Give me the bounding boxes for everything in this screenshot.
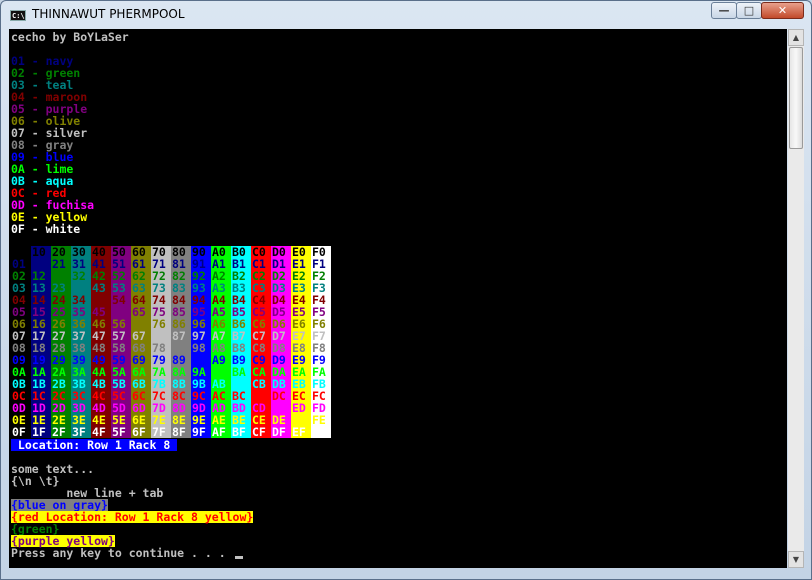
prompt-line: Press any key to continue . . . [11, 547, 243, 559]
color-cell: 4F [91, 426, 111, 438]
header-line: cecho by BoYLaSer [11, 30, 129, 44]
color-cell: DF [271, 426, 291, 438]
close-button[interactable]: ✕ [761, 2, 804, 19]
window-title: THINNAWUT PHERMPOOL [32, 7, 185, 21]
color-cell: 1F [31, 426, 51, 438]
console-window: C:\ THINNAWUT PHERMPOOL — □ ✕ cecho by B… [0, 0, 812, 580]
color-line-white: 0F - white [11, 222, 81, 236]
color-cell: 2F [51, 426, 71, 438]
console-output[interactable]: cecho by BoYLaSer 01 - navy 02 - green 03 … [9, 29, 787, 568]
maximize-button[interactable]: □ [736, 2, 762, 19]
cursor [234, 556, 243, 559]
title-bar[interactable]: C:\ THINNAWUT PHERMPOOL — □ ✕ [1, 1, 811, 29]
color-cell: 0F [11, 426, 31, 438]
color-cell: CF [251, 426, 271, 438]
color-cell: BF [231, 426, 251, 438]
color-cell: 6F [131, 426, 151, 438]
color-cell: EF [291, 426, 311, 438]
minimize-button[interactable]: — [711, 2, 737, 19]
color-cell: 5F [111, 426, 131, 438]
color-cell: 9F [191, 426, 211, 438]
scroll-down-arrow-icon[interactable]: ▼ [788, 551, 804, 568]
color-cell: 7F [151, 426, 171, 438]
prompt-text: Press any key to continue . . . [11, 546, 233, 560]
console-icon[interactable]: C:\ [10, 10, 26, 21]
scroll-thumb[interactable] [789, 47, 803, 149]
color-cell: 8F [171, 426, 191, 438]
location-line: Location: Row 1 Rack 8 [11, 438, 178, 452]
color-cell: 3F [71, 426, 91, 438]
color-cell: AF [211, 426, 231, 438]
vertical-scrollbar[interactable]: ▲ ▼ [788, 29, 804, 568]
color-cell: FF [311, 426, 331, 438]
scroll-up-arrow-icon[interactable]: ▲ [788, 29, 804, 46]
